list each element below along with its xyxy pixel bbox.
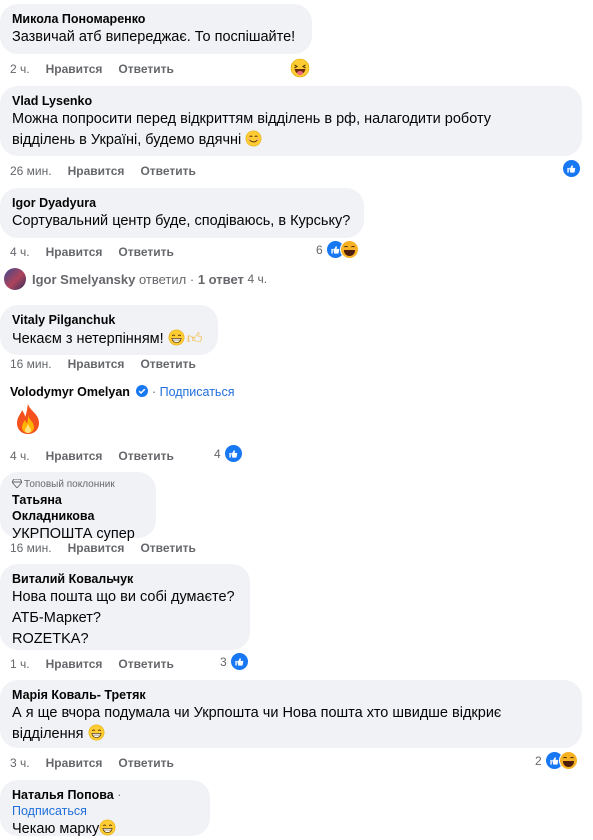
reply-button[interactable]: Ответить xyxy=(118,61,173,77)
reaction-summary[interactable]: 3 xyxy=(220,652,249,671)
reaction-summary[interactable]: 4 xyxy=(214,444,243,463)
comment-actions: 2 ч. Нравится Ответить xyxy=(10,61,190,77)
subscribe-link[interactable]: Подписаться xyxy=(160,385,235,399)
comment-author[interactable]: Микола Пономаренко xyxy=(12,11,300,27)
comment-actions: 1 ч. Нравится Ответить xyxy=(10,656,190,672)
reply-count: 1 ответ xyxy=(197,271,244,287)
reply-action: ответил xyxy=(138,271,187,287)
comment-text: Зазвичай атб випереджає. То поспішайте! xyxy=(12,29,296,45)
smiling-emoji-icon xyxy=(245,130,262,147)
comment-time[interactable]: 2 ч. xyxy=(10,61,30,77)
comment-author[interactable]: Наталья Попова xyxy=(12,788,114,802)
like-button[interactable]: Нравится xyxy=(46,448,103,464)
like-button[interactable]: Нравится xyxy=(46,244,103,260)
like-button[interactable]: Нравится xyxy=(68,163,125,179)
reaction-summary[interactable]: 6 xyxy=(316,240,359,259)
like-button[interactable]: Нравится xyxy=(68,356,125,372)
grinning-emoji-icon xyxy=(88,724,105,741)
top-fan-badge: Топовый поклонник xyxy=(11,478,144,492)
reply-button[interactable]: Ответить xyxy=(118,656,173,672)
grinning-emoji-icon xyxy=(168,329,185,346)
comment-text: Можна попросити перед відкриттям відділе… xyxy=(12,111,492,127)
reaction-summary[interactable]: 2 xyxy=(535,751,578,770)
comment-time[interactable]: 1 ч. xyxy=(10,656,30,672)
reply-button[interactable]: Ответить xyxy=(140,540,195,556)
comment-text: ROZETKA? xyxy=(12,631,89,647)
like-button[interactable]: Нравится xyxy=(46,61,103,77)
comment-time[interactable]: 16 мин. xyxy=(10,356,52,372)
comment-time[interactable]: 4 ч. xyxy=(10,448,30,464)
comment-bubble: Марія Коваль- Третяк А я ще вчора подума… xyxy=(0,680,582,748)
reply-button[interactable]: Ответить xyxy=(140,356,195,372)
reply-button[interactable]: Ответить xyxy=(118,448,173,464)
laughing-emoji-icon xyxy=(290,58,310,78)
comment-bubble: Наталья Попова · Подписаться Чекаю марку xyxy=(0,780,210,837)
comment-time[interactable]: 26 мин. xyxy=(10,163,52,179)
comment-time[interactable]: 16 мин. xyxy=(10,540,52,556)
comment-author[interactable]: Татьяна Окладникова xyxy=(12,492,144,524)
thumbs-up-emoji-icon: 👍︎ xyxy=(186,330,203,347)
comment-actions: 16 мин. Нравится Ответить xyxy=(10,540,212,556)
comment-author[interactable]: Виталий Ковальчук xyxy=(12,571,238,587)
comment-text: Чекаю марку xyxy=(12,819,198,840)
comment-author[interactable]: Vitaly Pilganchuk xyxy=(12,312,206,328)
comment-text: відділення xyxy=(12,724,570,745)
comment-text: А я ще вчора подумала чи Укрпошта чи Нов… xyxy=(12,705,502,721)
comment-text: АТБ-Маркет? xyxy=(12,610,101,626)
comment-bubble: Виталий Ковальчук Нова пошта що ви собі … xyxy=(0,564,250,650)
reaction-count: 6 xyxy=(316,242,323,257)
comment-text: Чекаєм з нетерпінням! 👍︎ xyxy=(12,329,203,347)
comment-text: Сортувальний центр буде, сподіваюсь, в К… xyxy=(12,213,351,229)
comment-bubble: Igor Dyadyura Сортувальний центр буде, с… xyxy=(0,188,364,238)
comment-actions: 16 мин. Нравится Ответить xyxy=(10,356,212,372)
like-button[interactable]: Нравится xyxy=(46,656,103,672)
comment-text: Нова пошта що ви собі думаєте? xyxy=(12,589,235,605)
comment-time[interactable]: 3 ч. xyxy=(10,755,30,771)
diamond-icon xyxy=(11,478,23,489)
replies-row[interactable]: Igor Smelyansky ответил · 1 ответ 4 ч. xyxy=(4,268,267,290)
subscribe-link[interactable]: Подписаться xyxy=(12,804,87,818)
reaction-count: 3 xyxy=(220,654,227,669)
like-reaction-icon xyxy=(229,652,249,671)
comment-bubble: Vlad Lysenko Можна попросити перед відкр… xyxy=(0,86,582,156)
haha-reaction-icon xyxy=(558,751,578,770)
avatar[interactable] xyxy=(4,268,26,290)
comment-author[interactable]: Марія Коваль- Третяк xyxy=(12,687,570,703)
comment-author[interactable]: Volodymyr Omelyan xyxy=(10,385,130,399)
comment-header: Volodymyr Omelyan · Подписаться xyxy=(10,385,235,399)
comment-actions: 26 мин. Нравится Ответить xyxy=(10,163,212,179)
reaction-count: 4 xyxy=(214,446,221,461)
comment-author[interactable]: Vlad Lysenko xyxy=(12,93,570,109)
comment-actions: 4 ч. Нравится Ответить xyxy=(10,448,190,464)
verified-badge-icon xyxy=(136,385,149,397)
comment-time[interactable]: 4 ч. xyxy=(10,244,30,260)
fire-emoji-icon xyxy=(17,404,39,434)
reply-button[interactable]: Ответить xyxy=(118,755,173,771)
reaction-summary[interactable] xyxy=(562,159,581,178)
grinning-emoji-icon xyxy=(99,819,116,836)
like-reaction-icon xyxy=(562,159,581,178)
haha-reaction-icon xyxy=(339,240,359,259)
like-button[interactable]: Нравится xyxy=(46,755,103,771)
reply-button[interactable]: Ответить xyxy=(140,163,195,179)
comment-bubble: Микола Пономаренко Зазвичай атб випередж… xyxy=(0,4,312,54)
comment-author[interactable]: Igor Dyadyura xyxy=(12,195,352,211)
like-reaction-icon xyxy=(223,444,243,463)
like-button[interactable]: Нравится xyxy=(68,540,125,556)
comment-bubble: Топовый поклонник Татьяна Окладникова УК… xyxy=(0,472,156,542)
reaction-count: 2 xyxy=(535,753,542,768)
comment-bubble: Vitaly Pilganchuk Чекаєм з нетерпінням! … xyxy=(0,305,218,355)
reply-author: Igor Smelyansky xyxy=(32,271,136,287)
comment-actions: 4 ч. Нравится Ответить xyxy=(10,244,190,260)
reply-button[interactable]: Ответить xyxy=(118,244,173,260)
reply-time: 4 ч. xyxy=(247,272,268,286)
comment-actions: 3 ч. Нравится Ответить xyxy=(10,755,190,771)
comment-text: відділень в Україні, будемо вдячні xyxy=(12,130,570,151)
comment-header: Наталья Попова · Подписаться xyxy=(12,788,122,818)
